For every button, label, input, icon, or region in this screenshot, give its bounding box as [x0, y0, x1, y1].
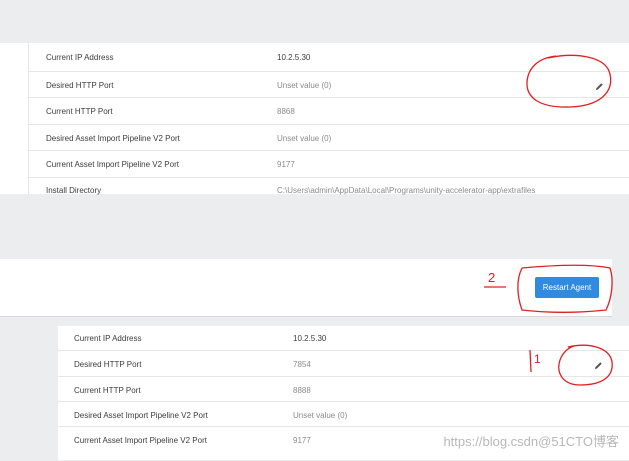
- edit-desired-http-port-button[interactable]: [593, 80, 605, 92]
- row-label: Install Directory: [46, 186, 102, 195]
- row-value: 9177: [277, 160, 295, 169]
- row-desired-http-port: Desired HTTP Port 7854: [58, 350, 629, 377]
- row-current-ip: Current IP Address 10.2.5.30: [0, 43, 629, 71]
- row-label: Current IP Address: [46, 53, 114, 62]
- row-value: 9177: [293, 436, 311, 445]
- row-current-ip: Current IP Address 10.2.5.30: [58, 326, 629, 350]
- edit-desired-http-port-button[interactable]: [592, 359, 604, 371]
- row-label: Current IP Address: [74, 334, 142, 343]
- row-value: C:\Users\admin\AppData\Local\Programs\un…: [277, 186, 536, 195]
- row-label: Current Asset Import Pipeline V2 Port: [74, 436, 207, 445]
- row-current-aipv2-port: Current Asset Import Pipeline V2 Port 91…: [28, 150, 629, 178]
- row-label: Desired HTTP Port: [74, 360, 142, 369]
- row-label: Current HTTP Port: [46, 107, 113, 116]
- row-install-directory: Install Directory C:\Users\admin\AppData…: [28, 177, 629, 195]
- row-value: 10.2.5.30: [293, 334, 327, 343]
- watermark: https://blog.csdn@51CTO博客: [443, 434, 619, 449]
- row-value: 8868: [277, 107, 295, 116]
- row-value: 8888: [293, 386, 311, 395]
- row-label: Current HTTP Port: [74, 386, 141, 395]
- panel-left-divider: [28, 43, 29, 194]
- settings-panel-top: Current IP Address 10.2.5.30 Desired HTT…: [0, 43, 629, 195]
- row-value: 10.2.5.30: [277, 53, 311, 62]
- row-current-http-port: Current HTTP Port 8868: [28, 97, 629, 125]
- row-value: Unset value (0): [293, 411, 348, 420]
- row-desired-http-port: Desired HTTP Port Unset value (0): [28, 71, 629, 98]
- restart-agent-button[interactable]: Restart Agent: [535, 277, 599, 298]
- row-label: Current Asset Import Pipeline V2 Port: [46, 160, 179, 169]
- action-bar: [0, 259, 612, 317]
- row-value: Unset value (0): [277, 134, 332, 143]
- row-current-http-port: Current HTTP Port 8888: [58, 376, 629, 402]
- row-label: Desired Asset Import Pipeline V2 Port: [74, 411, 208, 420]
- row-label: Desired HTTP Port: [46, 81, 114, 90]
- row-label: Desired Asset Import Pipeline V2 Port: [46, 134, 180, 143]
- pencil-icon: [594, 361, 602, 369]
- row-value: Unset value (0): [277, 81, 332, 90]
- row-desired-aipv2-port: Desired Asset Import Pipeline V2 Port Un…: [28, 124, 629, 151]
- row-desired-aipv2-port: Desired Asset Import Pipeline V2 Port Un…: [58, 401, 629, 427]
- pencil-icon: [595, 82, 603, 90]
- row-value: 7854: [293, 360, 311, 369]
